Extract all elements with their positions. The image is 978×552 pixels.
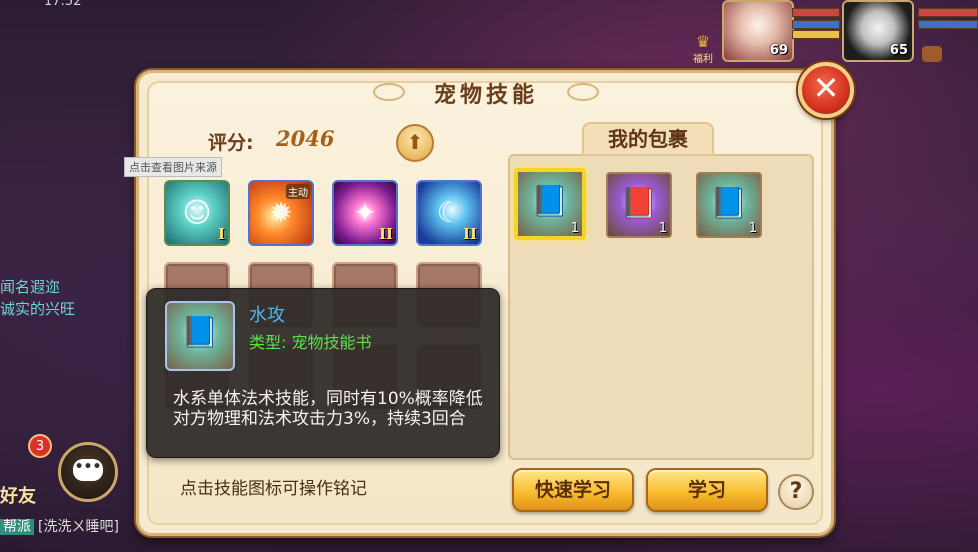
close-button[interactable]: ✕ bbox=[798, 62, 854, 118]
player-portrait[interactable]: 65 bbox=[842, 0, 914, 62]
skill-slot-star-slash[interactable]: ✦ II bbox=[332, 180, 398, 246]
item-count: 1 bbox=[748, 221, 757, 236]
item-type: 类型: 宠物技能书 bbox=[249, 333, 372, 352]
score-label: 评分: bbox=[208, 132, 254, 154]
guild-chat-line[interactable]: 帮派 [洗洗ㄨ睡吧] bbox=[0, 516, 138, 540]
image-source-tooltip[interactable]: 点击查看图片来源 bbox=[124, 157, 222, 177]
active-skill-tag: 主动 bbox=[286, 184, 310, 199]
bag-item-skill-book[interactable]: 📘 1 bbox=[514, 168, 586, 240]
chat-bubble-icon: ••• bbox=[73, 459, 103, 481]
hint-text: 点击技能图标可操作铭记 bbox=[180, 479, 367, 499]
bag-item-skill-book[interactable]: 📘 1 bbox=[696, 172, 762, 238]
pet-portrait-1[interactable]: 69 bbox=[722, 0, 794, 62]
skill-book-icon: 📘 bbox=[710, 186, 748, 221]
item-count: 1 bbox=[658, 221, 667, 236]
skill-grade: II bbox=[462, 225, 477, 243]
player-level: 65 bbox=[889, 43, 908, 58]
hp-bar-2 bbox=[918, 8, 978, 17]
detail-skill-book-icon: 📘 bbox=[165, 301, 235, 371]
skill-slot-fire-burst[interactable]: ✹ 主动 bbox=[248, 180, 314, 246]
guild-tag: 帮派 bbox=[0, 519, 34, 535]
skill-book-icon: 📕 bbox=[620, 186, 658, 221]
notification-badge: 3 bbox=[28, 434, 52, 458]
chat-line: 诚实的兴旺 bbox=[0, 300, 76, 318]
skill-book-icon: 📘 bbox=[531, 184, 569, 219]
fire-burst-icon: ✹ bbox=[269, 196, 293, 229]
skill-grade: I bbox=[217, 225, 225, 243]
welfare-button[interactable]: ♛ 福利 bbox=[688, 32, 718, 66]
buff-icon[interactable] bbox=[922, 46, 942, 62]
score-value: 2046 bbox=[276, 126, 335, 151]
chat-button[interactable]: ••• bbox=[58, 442, 118, 502]
item-detail-popup: 📘 水攻 类型: 宠物技能书 水系单体法术技能，同时有10%概率降低对方物理和法… bbox=[146, 288, 500, 458]
hp-bar-1 bbox=[792, 8, 840, 17]
quick-learn-button[interactable]: 快速学习 bbox=[512, 468, 634, 512]
item-description: 水系单体法术技能，同时有10%概率降低对方物理和法术攻击力3%，持续3回合 bbox=[173, 389, 483, 429]
dialog-title-bar: 宠物技能 bbox=[373, 73, 599, 113]
status-time: 17:52 bbox=[44, 0, 82, 9]
skill-book-icon: 📘 bbox=[181, 315, 219, 350]
skill-slot-water-ghost[interactable]: ☺ I bbox=[164, 180, 230, 246]
dialog-title: 宠物技能 bbox=[433, 82, 538, 108]
mp-bar-2 bbox=[918, 20, 978, 29]
upgrade-arrow-button[interactable]: ⬆ bbox=[396, 124, 434, 162]
tab-my-bag[interactable]: 我的包裹 bbox=[582, 122, 714, 156]
crown-icon: ♛ bbox=[695, 32, 711, 51]
welfare-label: 福利 bbox=[693, 54, 713, 65]
friends-label[interactable]: 好友 bbox=[0, 482, 36, 508]
chat-line: 闻名遐迩 bbox=[0, 278, 61, 296]
cloud-ornament-icon bbox=[567, 83, 599, 101]
learn-button[interactable]: 学习 bbox=[646, 468, 768, 512]
xp-bar-1 bbox=[792, 30, 840, 39]
guild-chat-message: [洗洗ㄨ睡吧] bbox=[38, 519, 119, 535]
skill-grade: II bbox=[378, 225, 393, 243]
help-button[interactable]: ? bbox=[778, 474, 814, 510]
bag-item-skill-book[interactable]: 📕 1 bbox=[606, 172, 672, 238]
item-count: 1 bbox=[570, 221, 579, 236]
cloud-ornament-icon bbox=[373, 83, 405, 101]
item-name: 水攻 bbox=[249, 305, 285, 326]
pet-level-1: 69 bbox=[769, 43, 788, 58]
skill-slot-water-arc[interactable]: ☾ II bbox=[416, 180, 482, 246]
mp-bar-1 bbox=[792, 20, 840, 29]
bag-tab-label: 我的包裹 bbox=[608, 127, 688, 151]
